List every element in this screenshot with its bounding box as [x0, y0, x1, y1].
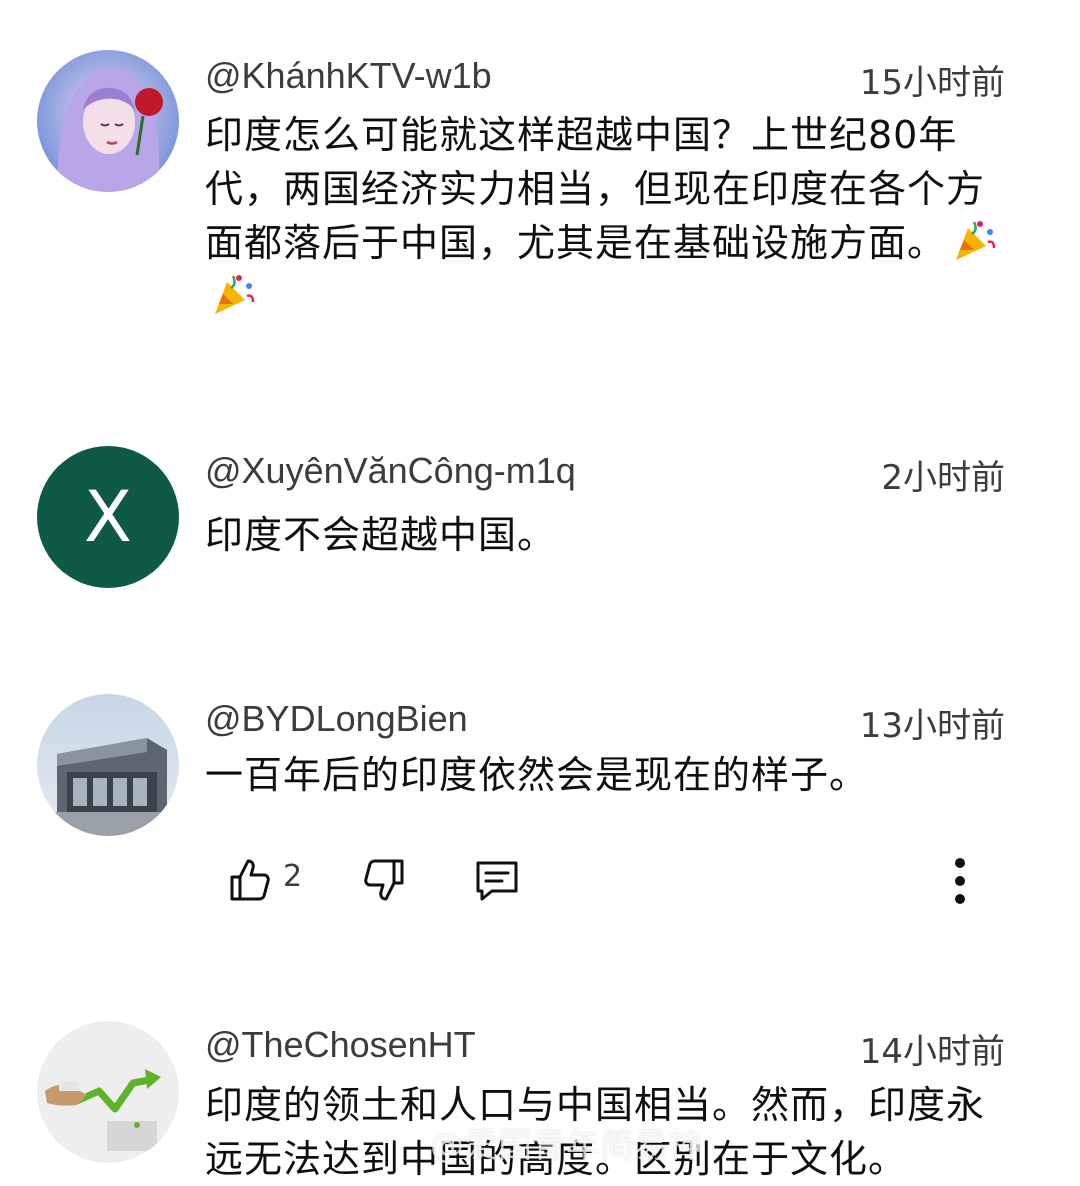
comment-text: 印度怎么可能就这样超越中国？上世纪80年代，两国经济实力相当，但现在印度在各个方… — [205, 108, 1015, 324]
comment-author[interactable]: @XuyênVănCông-m1q — [205, 450, 576, 492]
comment-text-content: 印度怎么可能就这样超越中国？上世纪80年代，两国经济实力相当，但现在印度在各个方… — [205, 113, 986, 265]
avatar[interactable]: X — [37, 446, 179, 588]
reply-comment-icon — [476, 861, 518, 901]
thumbs-down-icon — [364, 859, 404, 901]
like-count: 2 — [283, 859, 303, 894]
avatar[interactable] — [37, 50, 179, 192]
more-vertical-icon — [955, 858, 965, 904]
party-popper-icon — [950, 216, 998, 264]
comment-text: 印度不会超越中国。 — [205, 513, 557, 557]
watermark: @爱国青年简易神 — [430, 1126, 702, 1166]
avatar[interactable] — [37, 694, 179, 836]
comment-author[interactable]: @KhánhKTV-w1b — [205, 55, 492, 97]
comment-action-bar: 2 — [0, 845, 1080, 915]
more-options-button[interactable] — [933, 853, 987, 907]
avatar[interactable] — [37, 1021, 179, 1163]
avatar-letter: X — [84, 476, 132, 558]
like-button[interactable] — [222, 853, 276, 907]
comment-timestamp: 15小时前 — [859, 63, 1005, 103]
comment-timestamp: 2小时前 — [881, 458, 1005, 498]
comment-author[interactable]: @BYDLongBien — [205, 698, 468, 740]
comment-timestamp: 13小时前 — [859, 706, 1005, 746]
comment-timestamp: 14小时前 — [859, 1032, 1005, 1072]
dislike-button[interactable] — [358, 853, 412, 907]
party-popper-icon — [209, 270, 257, 318]
thumbs-up-icon — [230, 859, 270, 901]
reply-button[interactable] — [470, 853, 524, 907]
comment-author[interactable]: @TheChosenHT — [205, 1024, 476, 1066]
comment-text: 一百年后的印度依然会是现在的样子。 — [205, 753, 869, 797]
